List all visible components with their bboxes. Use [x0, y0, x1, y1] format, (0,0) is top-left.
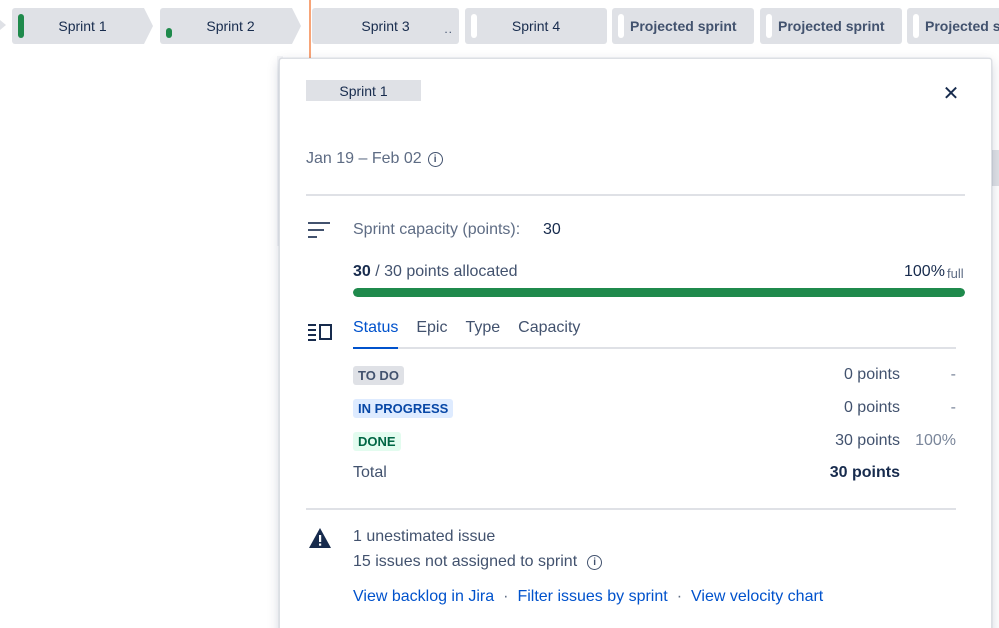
- sprint-chip-label: Projected sprint: [630, 18, 737, 34]
- sprint-chip-label: Sprint 1: [58, 18, 107, 34]
- total-label: Total: [353, 464, 387, 481]
- allocation-percent: 100%: [904, 263, 945, 280]
- capacity-icon: [308, 222, 330, 238]
- sprint-chip-label: Projected sprint: [778, 18, 885, 34]
- capacity-progress-fill: [353, 288, 965, 297]
- status-row-todo: TO DO 0 points -: [353, 365, 956, 387]
- capacity-progress-bar: [353, 288, 965, 297]
- status-lozenge: TO DO: [353, 366, 404, 385]
- status-lozenge: DONE: [353, 432, 401, 451]
- capacity-value[interactable]: 30: [543, 221, 561, 239]
- sprint-timeline: Sprint 1 Sprint 2 Sprint 3 .. Sprint 4 P…: [0, 0, 999, 52]
- warning-icon: [309, 528, 331, 548]
- unassigned-warning: 15 issues not assigned to sprint i: [353, 553, 603, 571]
- scroll-left-indicator[interactable]: [0, 20, 6, 30]
- sprint-progress-marker: [18, 14, 24, 38]
- unassigned-warning-text: 15 issues not assigned to sprint: [353, 553, 578, 570]
- link-separator: ·: [503, 588, 509, 605]
- sprint-chip-label: Sprint 3: [361, 18, 410, 34]
- allocated-points: 30: [353, 263, 371, 280]
- status-percent: -: [950, 366, 956, 383]
- view-backlog-link[interactable]: View backlog in Jira: [353, 588, 494, 606]
- popup-title: Sprint 1: [306, 80, 421, 101]
- status-points: 0 points: [843, 366, 900, 383]
- popup-links: View backlog in Jira · Filter issues by …: [353, 588, 823, 606]
- status-percent: 100%: [915, 432, 956, 449]
- breakdown-tabs: Status Epic Type Capacity: [353, 319, 956, 349]
- status-points: 0 points: [843, 399, 900, 416]
- sprint-date-range: Jan 19 – Feb 02: [306, 150, 422, 167]
- status-points: 30 points: [835, 432, 900, 449]
- sprint-progress-marker: [166, 28, 172, 38]
- sprint-chip-label: Sprint 4: [511, 18, 561, 34]
- filter-issues-link[interactable]: Filter issues by sprint: [517, 588, 667, 606]
- close-icon[interactable]: ✕: [943, 83, 960, 105]
- breakdown-icon: [308, 324, 332, 341]
- divider: [306, 194, 965, 196]
- status-total-row: Total 30 points: [353, 463, 956, 485]
- unestimated-warning: 1 unestimated issue: [353, 528, 496, 545]
- sprint-details-popup: Sprint 1 ✕ Jan 19 – Feb 02 i Sprint capa…: [279, 58, 992, 628]
- projected-sprint-chip[interactable]: Projected s: [907, 8, 999, 44]
- info-icon[interactable]: i: [587, 554, 603, 570]
- sprint-chip-label: Projected s: [925, 18, 999, 34]
- sprint-progress-marker: [471, 14, 477, 38]
- view-velocity-chart-link[interactable]: View velocity chart: [691, 588, 823, 606]
- status-percent: -: [950, 399, 956, 416]
- allocation-rest: / 30 points allocated: [370, 263, 518, 280]
- sprint-progress-marker: [618, 14, 624, 38]
- divider: [306, 508, 956, 510]
- link-separator: ·: [676, 588, 683, 605]
- sprint-chip-overflow: ..: [444, 22, 453, 36]
- total-points: 30 points: [829, 464, 900, 481]
- close-button[interactable]: ✕: [940, 83, 962, 105]
- info-icon[interactable]: i: [427, 151, 443, 167]
- sprint-dates: Jan 19 – Feb 02 i: [306, 150, 443, 168]
- sprint-chip-label: Sprint 2: [206, 18, 255, 34]
- capacity-label: Sprint capacity (points):: [353, 221, 521, 238]
- allocation-full-label: full: [947, 266, 964, 281]
- status-row-done: DONE 30 points 100%: [353, 431, 956, 453]
- status-row-in-progress: IN PROGRESS 0 points -: [353, 398, 956, 420]
- tab-capacity[interactable]: Capacity: [518, 319, 580, 349]
- sprint-chip-1[interactable]: Sprint 1: [12, 8, 153, 44]
- sprint-chip-2[interactable]: Sprint 2: [160, 8, 301, 44]
- projected-sprint-chip[interactable]: Projected sprint: [760, 8, 902, 44]
- sprint-progress-marker: [913, 14, 919, 38]
- status-lozenge: IN PROGRESS: [353, 399, 454, 418]
- sprint-progress-marker: [766, 14, 772, 38]
- sprint-chip-3[interactable]: Sprint 3 ..: [312, 8, 459, 44]
- allocation-text: 30 / 30 points allocated: [353, 263, 518, 281]
- sprint-chip-4[interactable]: Sprint 4: [465, 8, 607, 44]
- projected-sprint-chip[interactable]: Projected sprint: [612, 8, 754, 44]
- tab-status[interactable]: Status: [353, 319, 399, 349]
- tab-epic[interactable]: Epic: [416, 319, 447, 349]
- tab-type[interactable]: Type: [465, 319, 500, 349]
